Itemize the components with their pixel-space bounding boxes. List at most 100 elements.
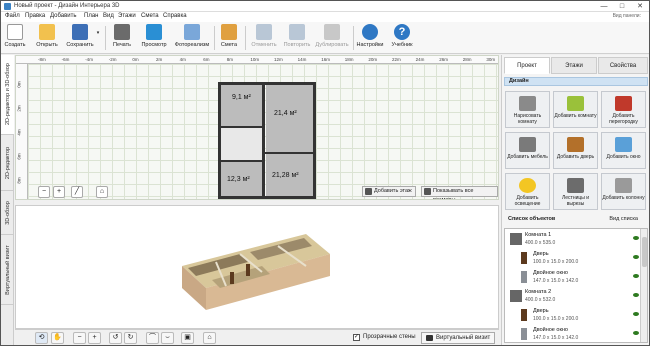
list-item[interactable]: Двойное окно 147.0 x 15.0 x 142.0: [505, 326, 641, 342]
pan-hand-icon[interactable]: ✋: [51, 332, 64, 344]
list-item[interactable]: Двойное окно 147.0 x 15.0 x 142.0: [505, 269, 641, 287]
gear-icon: [362, 24, 378, 40]
zoom-out-button[interactable]: −: [38, 186, 50, 198]
save-button[interactable]: Сохранить: [65, 23, 95, 53]
monitor-icon: [146, 24, 162, 40]
eye-icon[interactable]: [633, 236, 639, 240]
add-room-tile[interactable]: Добавить комнату: [553, 91, 598, 128]
ruler-tick-label: 6m: [203, 57, 210, 62]
add-wall-tile[interactable]: Добавить перегородку: [601, 91, 646, 128]
tab-project[interactable]: Проект: [504, 57, 550, 74]
right-panel: Проект Этажи Свойства Дизайн Нарисовать …: [501, 55, 649, 345]
add-furniture-tile[interactable]: Добавить мебель: [505, 132, 550, 169]
menu-file[interactable]: Файл: [5, 13, 20, 19]
home-3d-button[interactable]: ⌂: [203, 332, 216, 344]
transparent-walls-checkbox[interactable]: ✓: [353, 334, 360, 341]
rotate-right-icon[interactable]: ↻: [124, 332, 137, 344]
preview-button[interactable]: Просмотр: [140, 23, 168, 53]
menu-plan[interactable]: План: [84, 13, 98, 19]
view-3d[interactable]: [15, 205, 499, 329]
room-icon: [510, 233, 522, 245]
ruler-tick-label: -8m: [38, 57, 46, 62]
ruler-tick-label: 12m: [274, 57, 283, 62]
list-item[interactable]: Дверь 100.0 x 15.0 x 200.0: [505, 307, 641, 325]
minimize-button[interactable]: —: [595, 1, 613, 12]
menu-estimate[interactable]: Смета: [141, 13, 159, 19]
menu-floors[interactable]: Этажи: [118, 13, 136, 19]
add-window-tile[interactable]: Добавить окно: [601, 132, 646, 169]
ruler-tick-label: -4m: [85, 57, 93, 62]
menu-edit[interactable]: Правка: [25, 13, 45, 19]
room-2[interactable]: [266, 84, 314, 154]
create-button[interactable]: Создать: [3, 23, 27, 53]
open-button[interactable]: Открыть: [34, 23, 60, 53]
wall: [313, 82, 316, 199]
menu-help[interactable]: Справка: [163, 13, 187, 19]
objects-scrollbar[interactable]: [640, 229, 647, 342]
undo-icon: [256, 24, 272, 40]
wall: [218, 126, 264, 128]
duplicate-button[interactable]: Дублировать: [314, 23, 350, 53]
home-view-button[interactable]: ⌂: [96, 186, 108, 198]
ruler-tool-icon[interactable]: ╱: [71, 186, 83, 198]
tab-properties[interactable]: Свойства: [598, 57, 648, 74]
virtual-visit-button[interactable]: Виртуальный визит: [421, 332, 495, 344]
toolbar-separator: [245, 26, 246, 50]
tab-virtual-visit[interactable]: Виртуальный визит: [1, 235, 14, 305]
eye-icon[interactable]: [633, 312, 639, 316]
3d-house-model[interactable]: [16, 206, 499, 329]
add-column-tile[interactable]: Добавить колонну: [601, 173, 646, 210]
plan-grid[interactable]: 9,1 м² 21,4 м² 12,3 м² 21,28 м²: [28, 64, 498, 199]
tilt-down-icon[interactable]: ⌣: [161, 332, 174, 344]
tab-3d-view[interactable]: 3D-обзор: [1, 191, 14, 235]
hallway[interactable]: [220, 126, 262, 160]
add-room-icon: [567, 96, 584, 111]
photo-icon: [184, 24, 200, 40]
ruler-tick-label: 8m: [226, 57, 234, 62]
tilt-up-icon[interactable]: ⌒: [146, 332, 159, 344]
maximize-button[interactable]: □: [613, 1, 631, 12]
show-dimensions-button[interactable]: Показывать все размеры: [421, 186, 498, 199]
rotate-mode-icon[interactable]: ⟲: [35, 332, 48, 344]
list-item[interactable]: Комната 1 400.0 x 535.0: [505, 231, 641, 249]
draw-room-tile[interactable]: Нарисовать комнату: [505, 91, 550, 128]
redo-button[interactable]: Повторить: [281, 23, 313, 53]
eye-icon[interactable]: [633, 331, 639, 335]
tutorial-button[interactable]: ? Учебник: [390, 23, 414, 53]
zoom-in-3d-button[interactable]: +: [88, 332, 101, 344]
plan-2d-editor[interactable]: -8m -6m -4m -2m 0m 2m 4m 6m 8m 10m 12m 14m 16m 18m 20m…: [15, 55, 499, 200]
undo-button[interactable]: Отменить: [249, 23, 279, 53]
ruler-tick-label: 16m: [321, 57, 330, 62]
print-button[interactable]: Печать: [111, 23, 133, 53]
estimate-button[interactable]: Смета: [218, 23, 240, 53]
eye-icon[interactable]: [633, 274, 639, 278]
zoom-out-3d-button[interactable]: −: [73, 332, 86, 344]
room-1[interactable]: [220, 84, 262, 126]
list-view-toggle[interactable]: Вид списка: [609, 216, 638, 223]
view-panel-label[interactable]: Вид панели:: [613, 13, 641, 19]
eye-icon[interactable]: [633, 255, 639, 259]
objects-list[interactable]: Комната 1 400.0 x 535.0 Дверь 100.0 x 15…: [504, 228, 648, 343]
eye-icon[interactable]: [633, 293, 639, 297]
camera-icon: [426, 335, 433, 341]
settings-button[interactable]: Настройки: [356, 23, 384, 53]
tab-2d-and-3d[interactable]: 2D-редактор и 3D-обзор: [1, 55, 14, 135]
zoom-in-button[interactable]: +: [53, 186, 65, 198]
room-area-label: 21,28 м²: [272, 172, 299, 179]
close-button[interactable]: ✕: [631, 1, 649, 12]
menu-add[interactable]: Добавить: [50, 13, 77, 19]
ruler-tick-label: 6m: [16, 153, 22, 160]
rotate-left-icon[interactable]: ↺: [109, 332, 122, 344]
add-floor-button[interactable]: Добавить этаж: [362, 186, 416, 197]
add-door-tile[interactable]: Добавить дверь: [553, 132, 598, 169]
scrollbar-thumb[interactable]: [642, 237, 647, 267]
menu-view[interactable]: Вид: [103, 13, 114, 19]
list-item[interactable]: Комната 2 400.0 x 532.0: [505, 288, 641, 306]
list-item[interactable]: Дверь 100.0 x 15.0 x 200.0: [505, 250, 641, 268]
ruler-tick-label: 14m: [297, 57, 307, 62]
fit-view-icon[interactable]: ▣: [181, 332, 194, 344]
add-lighting-tile[interactable]: Добавить освещение: [505, 173, 550, 210]
tab-floors[interactable]: Этажи: [551, 57, 597, 74]
photorealism-button[interactable]: Фотореализм: [174, 23, 210, 53]
stairs-cutouts-tile[interactable]: Лестницы и вырезы: [553, 173, 598, 210]
